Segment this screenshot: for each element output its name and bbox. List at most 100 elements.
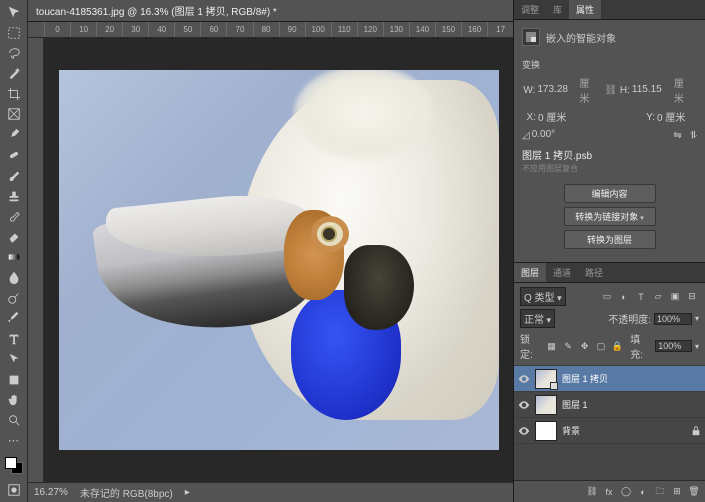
- quickmask-toggle[interactable]: [2, 481, 26, 499]
- edit-contents-button[interactable]: 编辑内容: [564, 184, 656, 203]
- opacity-input[interactable]: 100%: [654, 313, 692, 325]
- filter-adjust-icon[interactable]: ◐: [617, 290, 631, 304]
- properties-title: 嵌入的智能对象: [546, 30, 616, 45]
- width-input[interactable]: 173.28: [537, 84, 577, 96]
- visibility-icon[interactable]: [518, 373, 530, 385]
- lock-position-icon[interactable]: ✥: [578, 339, 591, 353]
- dodge-tool[interactable]: [2, 289, 26, 307]
- layer-thumbnail[interactable]: [535, 369, 557, 389]
- tab-libraries[interactable]: 库: [546, 0, 569, 19]
- visibility-icon[interactable]: [518, 399, 530, 411]
- layer-row[interactable]: 图层 1: [514, 392, 705, 418]
- marquee-tool[interactable]: [2, 23, 26, 41]
- blur-tool[interactable]: [2, 268, 26, 286]
- ruler-tick: 10: [70, 22, 96, 37]
- filter-shape-icon[interactable]: ▱: [651, 290, 665, 304]
- foreground-swatch[interactable]: [5, 457, 17, 469]
- ruler-tick: 120: [357, 22, 383, 37]
- layer-fx-icon[interactable]: fx: [602, 485, 616, 499]
- filter-type-icon[interactable]: T: [634, 290, 648, 304]
- tab-layers[interactable]: 图层: [514, 263, 546, 282]
- crop-tool[interactable]: [2, 85, 26, 103]
- ruler-tick: 140: [409, 22, 435, 37]
- eyedropper-tool[interactable]: [2, 125, 26, 143]
- angle-input[interactable]: 0.00°: [532, 129, 572, 141]
- gradient-tool[interactable]: [2, 248, 26, 266]
- lock-transparent-icon[interactable]: ▦: [545, 339, 558, 353]
- shape-tool[interactable]: [2, 370, 26, 388]
- hand-tool[interactable]: [2, 391, 26, 409]
- layer-name[interactable]: 图层 1 拷贝: [562, 372, 608, 385]
- chevron-right-icon[interactable]: ▸: [185, 487, 190, 498]
- tab-properties[interactable]: 属性: [569, 0, 601, 19]
- flip-v-icon[interactable]: ⥮: [690, 130, 697, 141]
- y-input[interactable]: 0 厘米: [657, 109, 697, 125]
- ruler-tick: 110: [331, 22, 357, 37]
- tab-adjustments[interactable]: 调整: [514, 0, 546, 19]
- doc-info[interactable]: 未存记的 RGB(8bpc): [80, 485, 173, 500]
- pen-tool[interactable]: [2, 309, 26, 327]
- adjustment-layer-icon[interactable]: ◐: [636, 485, 650, 499]
- brush-tool[interactable]: [2, 166, 26, 184]
- ruler-tick: 160: [461, 22, 487, 37]
- zoom-level[interactable]: 16.27%: [34, 487, 68, 498]
- layer-thumbnail[interactable]: [535, 395, 557, 415]
- layer-name[interactable]: 图层 1: [562, 398, 588, 411]
- filter-toggle-icon[interactable]: ⊟: [685, 290, 699, 304]
- ruler-tick: 50: [174, 22, 200, 37]
- filter-smart-icon[interactable]: ▣: [668, 290, 682, 304]
- tab-channels[interactable]: 通道: [546, 263, 578, 282]
- x-input[interactable]: 0 厘米: [538, 109, 578, 125]
- height-input[interactable]: 115.15: [632, 84, 672, 96]
- color-swatches[interactable]: [5, 457, 23, 474]
- bird-eye: [321, 226, 337, 242]
- wand-tool[interactable]: [2, 64, 26, 82]
- height-unit: 厘米: [674, 75, 693, 105]
- move-tool[interactable]: [2, 3, 26, 21]
- layer-mask-icon[interactable]: ◯: [619, 485, 633, 499]
- ruler-horizontal: 0 10 20 30 40 50 60 70 80 90 100 110 120…: [28, 22, 513, 38]
- layer-group-icon[interactable]: 🗀: [653, 485, 667, 499]
- edit-toolbar[interactable]: ⋯: [2, 432, 26, 450]
- new-layer-icon[interactable]: ⊞: [670, 485, 684, 499]
- zoom-tool[interactable]: [2, 411, 26, 429]
- fill-input[interactable]: 100%: [655, 340, 692, 352]
- convert-layers-button[interactable]: 转换为图层: [564, 230, 656, 249]
- lock-artboard-icon[interactable]: ▢: [594, 339, 607, 353]
- layer-row[interactable]: 背景: [514, 418, 705, 444]
- type-tool[interactable]: [2, 330, 26, 348]
- frame-tool[interactable]: [2, 105, 26, 123]
- layercomp-note: 不应用图层复合: [522, 163, 697, 174]
- stamp-tool[interactable]: [2, 187, 26, 205]
- ruler-tick: 130: [383, 22, 409, 37]
- ruler-tick: 40: [148, 22, 174, 37]
- height-label: H:: [617, 85, 630, 96]
- layer-thumbnail[interactable]: [535, 421, 557, 441]
- heal-tool[interactable]: [2, 146, 26, 164]
- history-brush-tool[interactable]: [2, 207, 26, 225]
- delete-layer-icon[interactable]: 🗑: [687, 485, 701, 499]
- lasso-tool[interactable]: [2, 44, 26, 62]
- properties-tabs: 调整 库 属性: [514, 0, 705, 20]
- x-label: X:: [522, 112, 536, 123]
- blend-mode-select[interactable]: 正常 ▾: [520, 309, 555, 328]
- layer-name[interactable]: 背景: [562, 424, 580, 437]
- document-tab[interactable]: toucan-4185361.jpg @ 16.3% (图层 1 拷贝, RGB…: [28, 0, 513, 22]
- width-label: W:: [522, 85, 535, 96]
- link-wh-icon[interactable]: ⛓: [605, 85, 615, 96]
- layers-panel: 图层 通道 路径 Q 类型 ▾ ▭ ◐ T ▱ ▣ ⊟ 正常 ▾: [514, 262, 705, 502]
- path-select-tool[interactable]: [2, 350, 26, 368]
- lock-all-icon[interactable]: 🔒: [611, 339, 624, 353]
- link-layers-icon[interactable]: ⛓: [585, 485, 599, 499]
- flip-h-icon[interactable]: ⇋: [673, 130, 681, 141]
- tab-paths[interactable]: 路径: [578, 263, 610, 282]
- lock-paint-icon[interactable]: ✎: [561, 339, 574, 353]
- filter-image-icon[interactable]: ▭: [600, 290, 614, 304]
- convert-linked-button[interactable]: 转换为链接对象: [564, 207, 656, 226]
- canvas[interactable]: [44, 38, 513, 482]
- ruler-tick: 17: [487, 22, 513, 37]
- visibility-icon[interactable]: [518, 425, 530, 437]
- eraser-tool[interactable]: [2, 227, 26, 245]
- layer-filter-select[interactable]: Q 类型 ▾: [520, 287, 566, 306]
- layer-row[interactable]: 图层 1 拷贝: [514, 366, 705, 392]
